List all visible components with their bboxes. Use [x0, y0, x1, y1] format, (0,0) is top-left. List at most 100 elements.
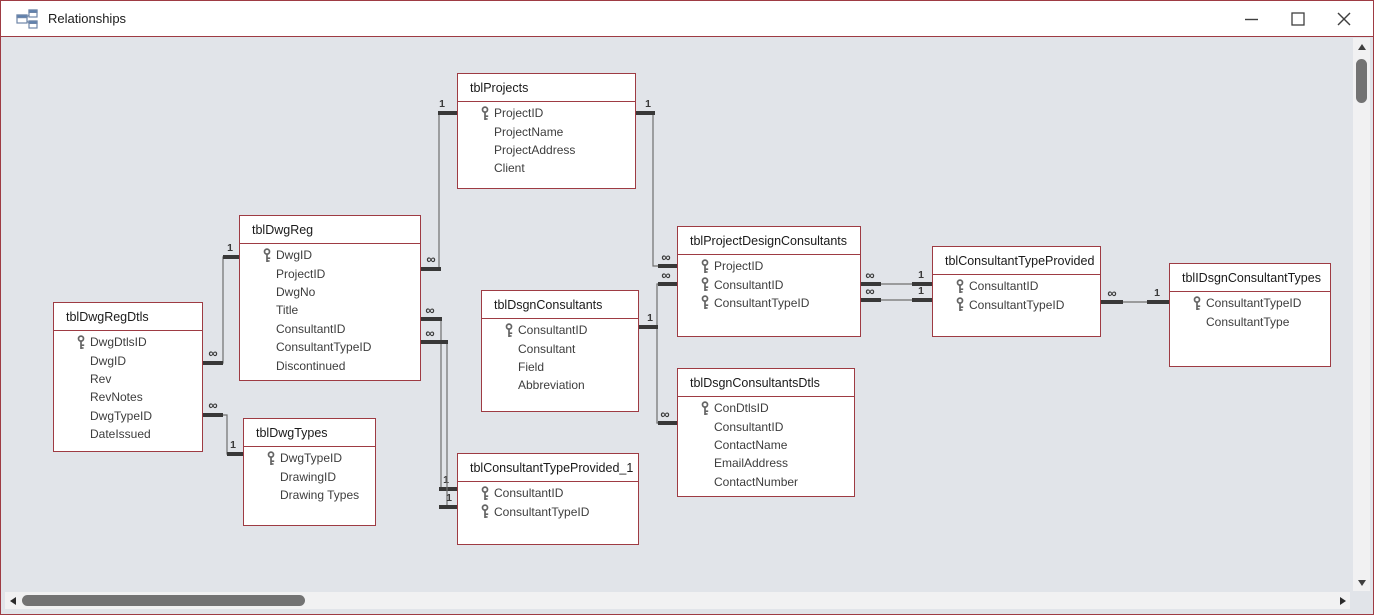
table-title[interactable]: tblConsultantTypeProvided: [933, 247, 1100, 275]
field-list: DwgIDProjectID DwgNo Title ConsultantIDCons…: [240, 244, 420, 375]
table-tblProjects[interactable]: tblProjects ProjectID ProjectName ProjectAd…: [457, 73, 636, 189]
cardinality-many-label: ∞: [660, 407, 669, 422]
field-row[interactable]: ProjectName: [458, 122, 635, 140]
field-name: DwgNo: [276, 285, 315, 299]
relationship-line[interactable]: ∞1: [861, 284, 932, 301]
table-tblDwgRegDtls[interactable]: tblDwgRegDtls DwgDtlsIDDwgIDRev RevNotes Dw…: [53, 302, 203, 452]
table-tblDwgReg[interactable]: tblDwgReg DwgIDProjectID DwgNo Title Consult…: [239, 215, 421, 381]
field-name: RevNotes: [90, 390, 143, 404]
table-tblDwgTypes[interactable]: tblDwgTypes DwgTypeID DrawingID Drawing Typ…: [243, 418, 376, 526]
horizontal-scrollbar-thumb[interactable]: [22, 595, 305, 606]
relationship-join-line[interactable]: [421, 342, 457, 507]
field-name: Abbreviation: [518, 378, 585, 392]
table-tblDsgnConsultantsDtls[interactable]: tblDsgnConsultantsDtls ConDtlsIDConsultan…: [677, 368, 855, 497]
relationship-line[interactable]: ∞: [639, 327, 677, 423]
cardinality-many-label: ∞: [425, 326, 434, 341]
table-title[interactable]: tblProjects: [458, 74, 635, 102]
relationship-join-line[interactable]: [421, 113, 457, 269]
table-title[interactable]: tblDsgnConsultants: [482, 291, 638, 319]
field-row[interactable]: DrawingID: [244, 467, 375, 485]
field-row[interactable]: Title: [240, 301, 420, 319]
field-row[interactable]: DwgID: [240, 246, 420, 264]
scroll-down-button[interactable]: [1353, 574, 1370, 591]
relationship-line[interactable]: 1∞: [636, 98, 677, 266]
field-row[interactable]: ProjectID: [678, 257, 860, 275]
field-row[interactable]: ProjectID: [240, 264, 420, 282]
relationship-line[interactable]: ∞1: [1101, 286, 1169, 303]
field-row[interactable]: ConsultantTypeID: [240, 338, 420, 356]
field-row[interactable]: ContactNumber: [678, 473, 854, 491]
table-tblConsultantTypeProvided_1[interactable]: tblConsultantTypeProvided_1 ConsultantIDC…: [457, 453, 639, 545]
field-row[interactable]: ConsultantTypeID: [933, 295, 1100, 313]
relationship-line[interactable]: ∞1: [203, 398, 244, 455]
field-row[interactable]: DwgTypeID: [244, 449, 375, 467]
relationship-line[interactable]: 1∞: [639, 268, 677, 328]
field-row[interactable]: ConsultantID: [240, 320, 420, 338]
field-row[interactable]: ConsultantTypeID: [458, 502, 638, 520]
scroll-right-button[interactable]: [1335, 592, 1350, 609]
field-row[interactable]: DwgNo: [240, 283, 420, 301]
field-name: ContactNumber: [714, 475, 798, 489]
field-row[interactable]: ConsultantTypeID: [678, 294, 860, 312]
table-title[interactable]: tblProjectDesignConsultants: [678, 227, 860, 255]
field-row[interactable]: Abbreviation: [482, 376, 638, 394]
field-row[interactable]: Discontinued: [240, 356, 420, 374]
field-name: ConsultantID: [714, 278, 783, 292]
relationship-join-line[interactable]: [203, 415, 243, 454]
scroll-left-button[interactable]: [5, 592, 20, 609]
field-row[interactable]: ConsultantID: [933, 277, 1100, 295]
relationship-join-line[interactable]: [421, 319, 457, 489]
table-title[interactable]: tblIDsgnConsultantTypes: [1170, 264, 1330, 292]
field-row[interactable]: Drawing Types: [244, 486, 375, 504]
field-row[interactable]: ContactName: [678, 436, 854, 454]
field-row[interactable]: ConsultantID: [482, 321, 638, 339]
field-name: ProjectName: [494, 125, 563, 139]
field-row[interactable]: EmailAddress: [678, 454, 854, 472]
table-title[interactable]: tblDwgRegDtls: [54, 303, 202, 331]
right-arrow-icon: [1340, 597, 1346, 605]
field-row[interactable]: RevNotes: [54, 388, 202, 406]
field-row[interactable]: ProjectAddress: [458, 141, 635, 159]
scroll-up-button[interactable]: [1353, 38, 1370, 55]
vertical-scrollbar[interactable]: [1353, 38, 1370, 591]
field-row[interactable]: ConsultantType: [1170, 312, 1330, 330]
field-row[interactable]: ConsultantTypeID: [1170, 294, 1330, 312]
relationship-join-line[interactable]: [636, 113, 677, 266]
table-title[interactable]: tblDsgnConsultantsDtls: [678, 369, 854, 397]
field-name: Consultant: [518, 342, 575, 356]
field-name: DrawingID: [280, 470, 336, 484]
field-name: Title: [276, 303, 298, 317]
relationship-join-line[interactable]: [639, 284, 677, 327]
table-tblConsultantTypeProvided[interactable]: tblConsultantTypeProvided ConsultantIDCon…: [932, 246, 1101, 337]
table-title[interactable]: tblDwgTypes: [244, 419, 375, 447]
horizontal-scrollbar[interactable]: [5, 592, 1350, 609]
relationship-line[interactable]: ∞1: [421, 326, 457, 508]
field-row[interactable]: Rev: [54, 370, 202, 388]
field-row[interactable]: Field: [482, 358, 638, 376]
relationship-line[interactable]: 1∞: [421, 98, 457, 269]
field-row[interactable]: DwgDtlsID: [54, 333, 202, 351]
table-tblIDsgnConsultantTypes[interactable]: tblIDsgnConsultantTypes ConsultantTypeIDC…: [1169, 263, 1331, 367]
field-list: ConsultantID Consultant Field Abbreviation: [482, 319, 638, 395]
field-row[interactable]: Consultant: [482, 339, 638, 357]
field-row[interactable]: ConDtlsID: [678, 399, 854, 417]
field-row[interactable]: DwgTypeID: [54, 407, 202, 425]
field-row[interactable]: ProjectID: [458, 104, 635, 122]
field-row[interactable]: DateIssued: [54, 425, 202, 443]
field-row[interactable]: ConsultantID: [678, 417, 854, 435]
primary-key-icon: [262, 248, 276, 263]
relationship-join-line[interactable]: [639, 327, 677, 423]
field-row[interactable]: ConsultantID: [458, 484, 638, 502]
field-row[interactable]: DwgID: [54, 351, 202, 369]
relationship-line[interactable]: 1∞: [203, 242, 241, 363]
field-row[interactable]: ConsultantID: [678, 275, 860, 293]
vertical-scrollbar-thumb[interactable]: [1356, 59, 1367, 103]
relationship-line[interactable]: ∞1: [861, 268, 932, 285]
table-title[interactable]: tblDwgReg: [240, 216, 420, 244]
table-tblDsgnConsultants[interactable]: tblDsgnConsultantsConsultantIDConsultant…: [481, 290, 639, 412]
table-title[interactable]: tblConsultantTypeProvided_1: [458, 454, 638, 482]
field-row[interactable]: Client: [458, 159, 635, 177]
cardinality-many-label: ∞: [425, 303, 434, 318]
table-tblProjectDesignConsultants[interactable]: tblProjectDesignConsultants ProjectID Cons…: [677, 226, 861, 337]
field-name: Field: [518, 360, 544, 374]
